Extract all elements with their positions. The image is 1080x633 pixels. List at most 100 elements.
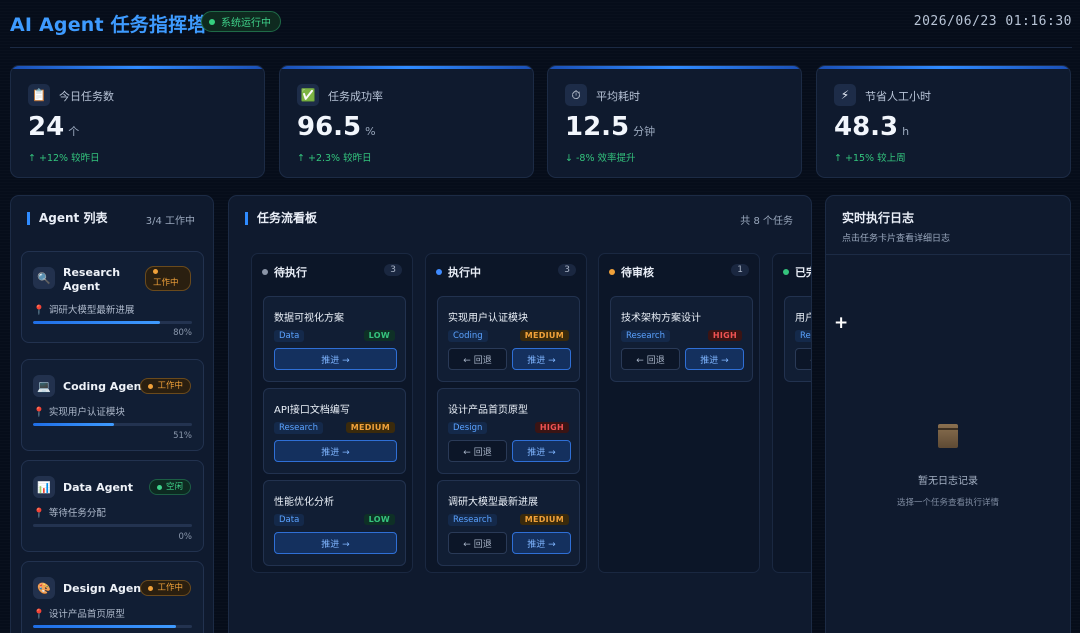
column-status-dot-icon [262, 269, 268, 275]
agent-progress-label: 51% [173, 431, 192, 441]
agent-card[interactable]: 🎨Design Agent工作中📍设计产品首页原型90% [21, 561, 204, 633]
column-header: 执行中 3 [436, 264, 576, 280]
stat-number: 12.5 [565, 112, 630, 142]
push-button[interactable]: 推进 → [685, 348, 744, 370]
task-agent-tag: Design [448, 422, 488, 434]
task-agent-tag: Data [274, 330, 305, 342]
task-priority-badge: HIGH [707, 330, 742, 341]
push-button[interactable]: 推进 → [274, 532, 397, 554]
status-dot-icon [148, 585, 154, 591]
task-priority-badge: MEDIUM [519, 514, 569, 525]
push-button[interactable]: 推进 → [512, 440, 571, 462]
task-priority-badge: LOW [363, 330, 395, 341]
task-card[interactable]: 性能优化分析 Data LOW 推进 → [263, 480, 406, 566]
task-card[interactable]: API接口文档编写 Research MEDIUM 推进 → [263, 388, 406, 474]
column-header: 已完成1 [783, 264, 811, 280]
pin-icon: 📍 [33, 407, 45, 418]
status-dot-icon [209, 18, 215, 25]
agent-current-task: 📍 设计产品首页原型 [33, 606, 125, 620]
task-agent-tag: Research [795, 330, 811, 342]
status-dot-icon [156, 484, 162, 490]
magnifier-icon: 🔍 [33, 267, 55, 289]
agent-status-label: 空闲 [165, 482, 183, 492]
column-header: 待审核 1 [609, 264, 749, 280]
task-agent-tag: Data [274, 514, 305, 526]
status-dot-icon [148, 383, 154, 389]
log-title: 实时执行日志 [842, 211, 915, 225]
stopwatch-icon: ⏱ [565, 84, 587, 106]
stat-label: 任务成功率 [328, 90, 383, 103]
column-status-dot-icon [783, 269, 789, 275]
column-title: 已完成 [795, 266, 811, 279]
task-card[interactable]: 技术架构方案设计 Research HIGH ← 回退 推进 → [610, 296, 753, 382]
task-title: 实现用户认证模块 [448, 313, 528, 324]
agent-card[interactable]: 🔍 Research Agent 工作中 📍 调研大模型最新进展 80% [21, 251, 204, 343]
task-title: 数据可视化方案 [274, 313, 344, 324]
agent-progress-label: 0% [178, 532, 193, 542]
task-agent-tag: Research [274, 422, 323, 434]
task-priority-badge: LOW [363, 514, 395, 525]
push-button[interactable]: 推进 → [274, 440, 397, 462]
agent-status-badge: 工作中 [140, 378, 191, 394]
agent-status-label: 工作中 [157, 583, 183, 593]
push-button[interactable]: 推进 → [512, 348, 571, 370]
back-button[interactable]: ← 回退 [448, 348, 507, 370]
task-priority-badge: MEDIUM [345, 422, 395, 433]
back-button[interactable]: ← 回退 [448, 440, 507, 462]
agent-task-label: 等待任务分配 [48, 508, 106, 519]
clipboard-icon: 📋 [28, 84, 50, 106]
stat-value: 48.3 h [834, 112, 909, 142]
push-button[interactable]: 推进 → [274, 348, 397, 370]
app-title: AI Agent 任务指挥塔 [10, 14, 207, 36]
task-card[interactable]: 数据可视化方案 Data LOW 推进 → [263, 296, 406, 382]
stat-delta: ↑ +12% 较昨日 [28, 153, 100, 164]
back-button[interactable]: ← 回退 [795, 348, 811, 370]
kanban-column: 已完成1 用户需求调研ResearchLOW← 回退推进 → [772, 253, 811, 573]
agent-progress-fill [33, 321, 161, 324]
stat-number: 48.3 [834, 112, 899, 142]
push-button[interactable]: 推进 → [512, 532, 571, 554]
agent-progress-fill [33, 625, 177, 628]
agent-list-meta: 3/4 工作中 [145, 216, 195, 227]
lightning-icon: ⚡ [834, 84, 856, 106]
task-priority-badge: HIGH [534, 422, 569, 433]
task-card[interactable]: 设计产品首页原型 Design HIGH ← 回退 推进 → [437, 388, 580, 474]
stat-label: 今日任务数 [59, 90, 114, 103]
stat-number: 24 [28, 112, 65, 142]
agent-current-task: 📍 调研大模型最新进展 [33, 302, 134, 316]
kanban-column: 执行中 3 实现用户认证模块 Coding MEDIUM ← 回退 推进 → 设计产品首页原型… [425, 253, 587, 573]
task-card[interactable]: 调研大模型最新进展 Research MEDIUM ← 回退 推进 → [437, 480, 580, 566]
task-card[interactable]: 用户需求调研ResearchLOW← 回退推进 → [784, 296, 811, 382]
stat-delta: ↑ +2.3% 较昨日 [297, 153, 372, 164]
agent-progress-bar [33, 524, 192, 527]
back-button[interactable]: ← 回退 [621, 348, 680, 370]
header: AI Agent 任务指挥塔 系统运行中 2026/06/23 01:16:30 [10, 8, 1072, 48]
stat-label: 平均耗时 [596, 90, 640, 103]
log-hint-text: 选择一个任务查看执行详情 [896, 498, 999, 508]
task-title: 技术架构方案设计 [621, 313, 701, 324]
agent-status-badge: 空闲 [148, 479, 191, 495]
stat-unit: 个 [68, 125, 80, 138]
stat-card: ⏱ 平均耗时 12.5 分钟 ↓ -8% 效率提升 [547, 65, 802, 178]
agent-progress-bar [33, 625, 192, 628]
column-status-dot-icon [609, 269, 615, 275]
kanban-title: 任务流看板 [245, 212, 317, 225]
stat-value: 24 个 [28, 112, 79, 142]
stat-delta: ↑ +15% 较上周 [834, 153, 906, 164]
agent-card[interactable]: 💻 Coding Agent 工作中 📍 实现用户认证模块 51% [21, 359, 204, 451]
pin-icon: 📍 [33, 609, 45, 620]
column-count: 1 [731, 264, 749, 276]
back-button[interactable]: ← 回退 [448, 532, 507, 554]
stat-unit: % [365, 125, 376, 138]
task-card[interactable]: 实现用户认证模块 Coding MEDIUM ← 回退 推进 → [437, 296, 580, 382]
kanban-column: 待审核 1 技术架构方案设计 Research HIGH ← 回退 推进 → [598, 253, 760, 573]
stat-value: 96.5% [297, 112, 376, 142]
agent-card[interactable]: 📊 Data Agent 空闲 📍 等待任务分配 0% [21, 460, 204, 552]
agent-progress-bar [33, 423, 192, 426]
agent-task-label: 设计产品首页原型 [48, 609, 125, 620]
clock: 2026/06/23 01:16:30 [913, 14, 1072, 29]
log-panel: 实时执行日志 点击任务卡片查看详细日志 暂无日志记录 选择一个任务查看执行详情 [825, 195, 1071, 633]
empty-box-icon [938, 424, 958, 448]
task-agent-tag: Coding [448, 330, 488, 342]
kanban-meta: 共 8 个任务 [740, 216, 793, 227]
